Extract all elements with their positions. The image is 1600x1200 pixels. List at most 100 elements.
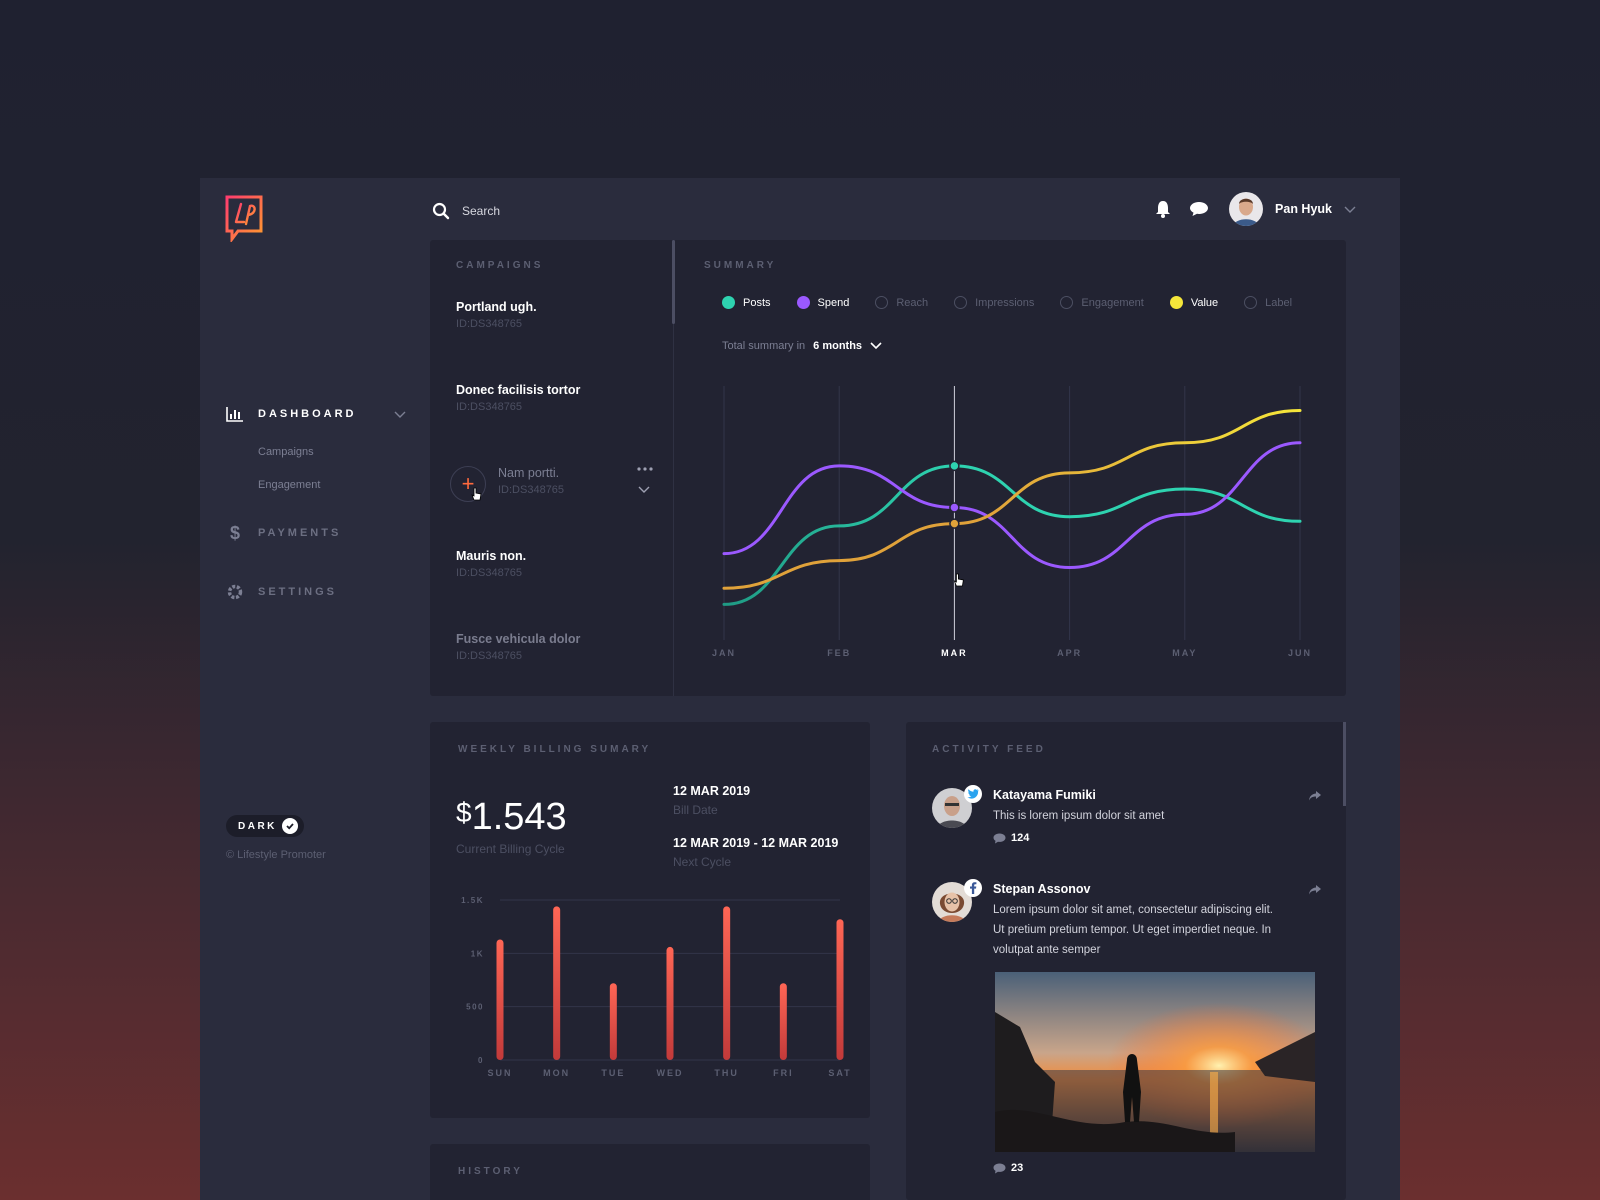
sidebar-nav: DASHBOARD Campaigns Engagement $ PAYMENT… — [226, 404, 406, 602]
comment-icon — [993, 1163, 1006, 1173]
search-icon — [432, 202, 450, 220]
series-point-spend[interactable] — [949, 502, 960, 513]
campaign-id: ID:DS348765 — [456, 650, 523, 662]
x-tick-label: MAR — [941, 648, 968, 658]
x-tick-label: FRI — [773, 1068, 794, 1078]
chevron-down-icon[interactable] — [394, 408, 406, 420]
post-author[interactable]: Stepan Assonov — [993, 882, 1090, 896]
bar[interactable] — [553, 906, 561, 1060]
bar[interactable] — [723, 906, 731, 1060]
billing-bar-chart[interactable]: 0 500 1K 1.5K SUN MON TUE WED THU FRI SAT — [430, 722, 870, 1118]
nav-sub-engagement[interactable]: Engagement — [258, 479, 406, 491]
campaign-item[interactable]: Fusce vehicula dolor ID:DS348765 — [456, 632, 580, 662]
series-point-posts[interactable] — [949, 460, 960, 472]
x-tick-label: JUN — [1288, 648, 1312, 658]
campaign-name: Portland ugh. — [456, 300, 537, 314]
campaign-id: ID:DS348765 — [456, 567, 523, 579]
chevron-down-icon[interactable] — [638, 486, 650, 494]
campaign-name: Fusce vehicula dolor — [456, 632, 581, 646]
campaign-item[interactable]: Donec facilisis tortor ID:DS348765 — [456, 383, 580, 413]
nav-dashboard[interactable]: DASHBOARD — [226, 404, 406, 424]
bar[interactable] — [609, 983, 617, 1060]
x-tick-label: WED — [657, 1068, 684, 1078]
campaigns-title: CAMPAIGNS — [456, 260, 544, 271]
nav-payments-label: PAYMENTS — [258, 527, 342, 539]
comment-icon — [993, 833, 1006, 843]
nav-payments[interactable]: $ PAYMENTS — [226, 523, 406, 543]
activity-feed-panel: ACTIVITY FEED Katayama Fumiki This is lo… — [906, 722, 1346, 1200]
campaign-name: Donec facilisis tortor — [456, 383, 581, 397]
comment-count[interactable]: 124 — [993, 832, 1029, 844]
comment-count-value: 23 — [1011, 1162, 1024, 1174]
series-line-posts[interactable] — [722, 464, 1302, 606]
campaign-item[interactable]: Portland ugh. ID:DS348765 — [456, 300, 537, 330]
history-panel: HISTORY — [430, 1144, 870, 1200]
copyright-text: © Lifestyle Promoter — [226, 849, 326, 861]
post-author[interactable]: Katayama Fumiki — [993, 788, 1096, 802]
chat-icon[interactable] — [1189, 201, 1209, 217]
cursor-icon — [471, 487, 482, 501]
y-tick-label: 500 — [466, 1003, 484, 1012]
bar-chart-icon — [226, 405, 244, 423]
twitter-icon — [964, 785, 982, 803]
campaign-item[interactable]: Mauris non. ID:DS348765 — [456, 549, 526, 579]
cursor-icon — [953, 573, 964, 587]
campaign-name: Nam portti. — [498, 466, 560, 480]
gear-icon — [226, 583, 244, 601]
more-icon[interactable] — [637, 466, 653, 472]
feed-title: ACTIVITY FEED — [932, 744, 1046, 755]
bar[interactable] — [836, 919, 844, 1060]
x-tick-label: APR — [1057, 648, 1082, 658]
campaign-item-hover[interactable]: Nam portti. ID:DS348765 — [498, 466, 564, 496]
y-tick-label: 1.5K — [461, 896, 484, 905]
theme-toggle-label: DARK — [238, 820, 277, 832]
bar[interactable] — [666, 946, 674, 1060]
dollar-icon: $ — [229, 522, 240, 543]
app-window: DASHBOARD Campaigns Engagement $ PAYMENT… — [200, 178, 1400, 1200]
chevron-down-icon[interactable] — [1344, 204, 1356, 214]
campaign-id: ID:DS348765 — [456, 318, 523, 330]
x-tick-label: SAT — [828, 1068, 851, 1078]
campaign-summary-panel: CAMPAIGNS Portland ugh. ID:DS348765 Done… — [430, 240, 1346, 696]
share-icon[interactable] — [1308, 884, 1322, 896]
x-tick-label: SUN — [487, 1068, 512, 1078]
nav-settings[interactable]: SETTINGS — [226, 582, 406, 602]
comment-count[interactable]: 23 — [993, 1162, 1023, 1174]
history-title: HISTORY — [458, 1166, 523, 1177]
campaign-list[interactable]: CAMPAIGNS Portland ugh. ID:DS348765 Done… — [430, 240, 675, 696]
y-tick-label: 1K — [471, 949, 484, 958]
campaign-id: ID:DS348765 — [456, 401, 523, 413]
share-icon[interactable] — [1308, 790, 1322, 802]
y-tick-label: 0 — [478, 1056, 484, 1065]
x-tick-label: THU — [714, 1068, 739, 1078]
search-input[interactable]: Search — [462, 204, 500, 218]
x-tick-label: MON — [543, 1068, 570, 1078]
post-image[interactable] — [995, 972, 1315, 1152]
campaign-id: ID:DS348765 — [498, 484, 565, 496]
feed-scrollbar[interactable] — [1343, 722, 1346, 806]
post-text: This is lorem ipsum dolor sit amet — [993, 810, 1165, 822]
post-text: Lorem ipsum dolor sit amet, consectetur … — [993, 904, 1273, 956]
x-tick-label: MAY — [1172, 648, 1197, 658]
user-avatar[interactable] — [1229, 192, 1264, 226]
bell-icon[interactable] — [1155, 200, 1171, 218]
facebook-icon — [964, 879, 982, 897]
brand-logo[interactable] — [224, 194, 264, 242]
x-tick-label: FEB — [827, 648, 851, 658]
nav-dashboard-label: DASHBOARD — [258, 408, 357, 420]
bar[interactable] — [496, 939, 504, 1060]
check-icon — [282, 818, 298, 834]
summary-section: SUMMARY Posts Spend Reach Impressions Engage… — [674, 240, 1346, 696]
series-line-value[interactable] — [722, 408, 1302, 590]
summary-line-chart[interactable]: JAN FEB MAR APR MAY JUN — [674, 240, 1346, 696]
nav-sub-campaigns[interactable]: Campaigns — [258, 446, 406, 458]
search-bar[interactable]: Search — [432, 202, 500, 220]
comment-count-value: 124 — [1011, 832, 1030, 844]
bar[interactable] — [779, 983, 787, 1060]
x-tick-label: TUE — [601, 1068, 625, 1078]
theme-toggle[interactable]: DARK — [226, 815, 304, 837]
series-line-spend[interactable] — [722, 441, 1302, 569]
series-point-value[interactable] — [949, 518, 960, 529]
user-name[interactable]: Pan Hyuk — [1275, 202, 1332, 216]
billing-panel: WEEKLY BILLING SUMARY $1.543 Current Bil… — [430, 722, 870, 1118]
